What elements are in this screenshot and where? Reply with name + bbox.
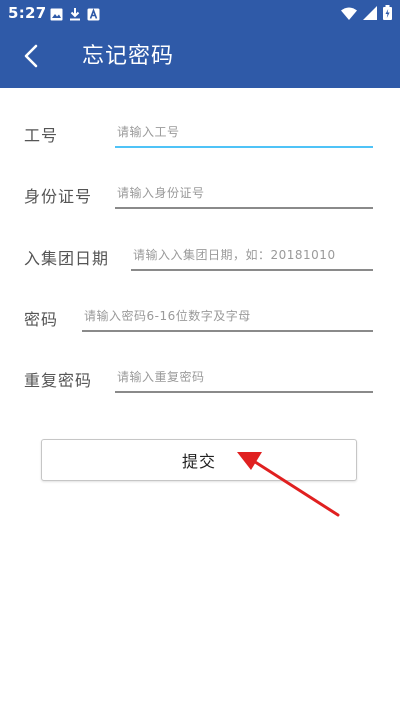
app-bar: 忘记密码 — [0, 26, 400, 88]
wifi-icon — [341, 5, 357, 24]
id-card-input[interactable] — [115, 179, 373, 209]
join-date-input[interactable] — [131, 241, 373, 271]
join-date-label: 入集团日期 — [24, 249, 110, 268]
signal-icon — [363, 5, 377, 24]
battery-charging-icon — [383, 5, 392, 24]
notification-a-icon — [87, 6, 100, 25]
id-card-row: 身份证号 — [0, 175, 400, 215]
employee-id-row: 工号 — [0, 114, 400, 154]
status-system-icons — [341, 5, 392, 24]
confirm-password-row: 重复密码 — [0, 359, 400, 399]
employee-id-input[interactable] — [115, 118, 373, 148]
page-title: 忘记密码 — [82, 44, 175, 69]
status-notification-icons — [50, 6, 100, 25]
status-bar: 5:27 — [0, 0, 400, 26]
chevron-left-icon — [23, 44, 39, 72]
id-card-label: 身份证号 — [24, 187, 93, 206]
back-button[interactable] — [14, 41, 48, 75]
join-date-row: 入集团日期 — [0, 237, 400, 277]
forgot-password-screen: 5:27 忘记密码 工号 请输入工号 身份证号 请输入身份证号 入集团日期 请输… — [0, 0, 400, 710]
download-icon — [69, 6, 81, 25]
employee-id-label: 工号 — [24, 126, 59, 145]
password-row: 密码 — [0, 298, 400, 338]
annotation-arrow-icon — [237, 452, 340, 517]
submit-button[interactable]: 提交 — [41, 439, 357, 481]
password-input[interactable] — [82, 302, 373, 332]
password-label: 密码 — [24, 310, 59, 329]
image-icon — [50, 6, 63, 25]
status-time: 5:27 — [8, 4, 47, 22]
confirm-password-label: 重复密码 — [24, 371, 93, 390]
confirm-password-input[interactable] — [115, 363, 373, 393]
